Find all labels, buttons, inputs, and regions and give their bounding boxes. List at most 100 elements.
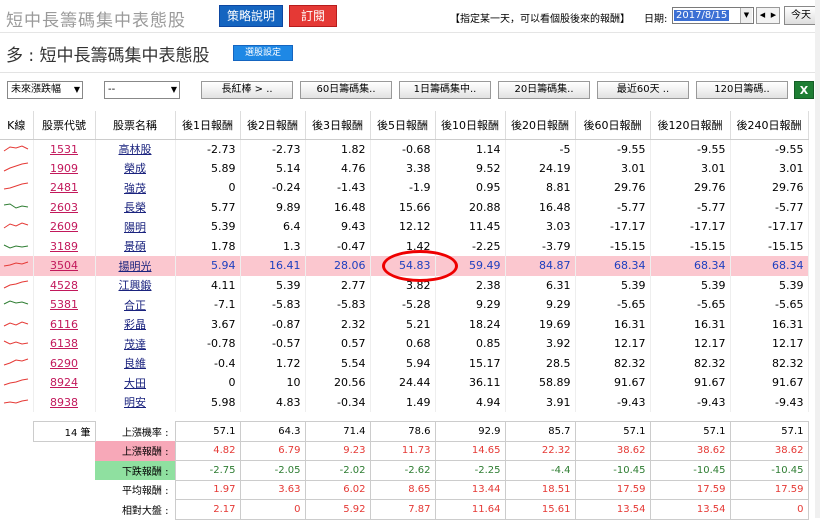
return-cell: 16.31 bbox=[650, 314, 731, 334]
stock-name-link[interactable]: 彩晶 bbox=[124, 318, 146, 331]
column-button[interactable]: 20日籌碼集.. bbox=[498, 81, 590, 99]
stock-name-link[interactable]: 合正 bbox=[124, 299, 146, 312]
stock-name-link[interactable]: 揚明光 bbox=[119, 260, 152, 273]
column-header[interactable]: 股票名稱 bbox=[95, 111, 176, 140]
stock-code-link[interactable]: 1531 bbox=[50, 143, 78, 156]
column-header[interactable]: 後1日報酬 bbox=[175, 111, 241, 140]
return-cell: 16.41 bbox=[240, 256, 306, 276]
kline-sparkline[interactable] bbox=[0, 158, 34, 178]
table-row[interactable]: 2609 陽明 5.39 6.4 9.43 12.12 11.45 3.03 -17.17 -17… bbox=[0, 217, 809, 237]
kline-sparkline[interactable] bbox=[0, 373, 34, 393]
table-row[interactable]: 8924 大田 0 10 20.56 24.44 36.11 58.89 91.67 91.67 9… bbox=[0, 373, 809, 393]
stock-name-link[interactable]: 江興鍛 bbox=[119, 279, 152, 292]
kline-sparkline[interactable] bbox=[0, 353, 34, 373]
stock-code-link[interactable]: 2609 bbox=[50, 220, 78, 233]
second-select[interactable]: -- ▼ bbox=[104, 81, 180, 99]
table-row[interactable]: 1909 榮成 5.89 5.14 4.76 3.38 9.52 24.19 3.01 3.01 3… bbox=[0, 158, 809, 178]
column-header[interactable]: 後240日報酬 bbox=[730, 111, 809, 140]
table-row[interactable]: 2603 長榮 5.77 9.89 16.48 15.66 20.88 16.48 -5.77-… bbox=[0, 197, 809, 217]
column-button[interactable]: 1日籌碼集中.. bbox=[399, 81, 491, 99]
table-row[interactable]: 2481 強茂 0 -0.24 -1.43 -1.9 0.95 8.81 29.76 29.76 2… bbox=[0, 178, 809, 198]
kline-sparkline[interactable] bbox=[0, 314, 34, 334]
column-header[interactable]: 後3日報酬 bbox=[305, 111, 371, 140]
stock-code-link[interactable]: 1909 bbox=[50, 162, 78, 175]
kline-sparkline[interactable] bbox=[0, 236, 34, 256]
stock-name-link[interactable]: 陽明 bbox=[124, 221, 146, 234]
table-row[interactable]: 6116 彩晶 3.67 -0.87 2.32 5.21 18.24 19.69 16.31 16… bbox=[0, 314, 809, 334]
stock-code-link[interactable]: 6116 bbox=[50, 318, 78, 331]
column-button[interactable]: 120日籌碼.. bbox=[696, 81, 788, 99]
scrollbar[interactable] bbox=[815, 0, 820, 518]
second-select-value: -- bbox=[108, 84, 116, 95]
sort-select[interactable]: 未來漲跌幅 ▼ bbox=[7, 81, 83, 99]
stock-code-link[interactable]: 2603 bbox=[50, 201, 78, 214]
return-cell: 3.38 bbox=[370, 158, 436, 178]
chevron-left-icon[interactable]: ◀ bbox=[757, 8, 768, 23]
chevron-right-icon[interactable]: ▶ bbox=[768, 8, 779, 23]
return-cell: 91.67 bbox=[650, 373, 731, 393]
stock-name-link[interactable]: 茂達 bbox=[124, 338, 146, 351]
kline-sparkline[interactable] bbox=[0, 392, 34, 412]
table-row[interactable]: 8938 明安 5.98 4.83 -0.34 1.49 4.94 3.91 -9.43 -9.4… bbox=[0, 392, 809, 412]
kline-sparkline[interactable] bbox=[0, 334, 34, 354]
excel-export-icon[interactable]: X bbox=[794, 81, 814, 99]
stock-code-link[interactable]: 3504 bbox=[50, 259, 78, 272]
kline-sparkline[interactable] bbox=[0, 217, 34, 237]
subscribe-button[interactable]: 訂閱 bbox=[289, 5, 337, 27]
column-header[interactable]: K線 bbox=[0, 111, 34, 140]
stock-code-link[interactable]: 4528 bbox=[50, 279, 78, 292]
strategy-button[interactable]: 策略說明 bbox=[219, 5, 283, 27]
column-header[interactable]: 後10日報酬 bbox=[435, 111, 506, 140]
return-cell: 9.52 bbox=[435, 158, 506, 178]
column-header[interactable]: 股票代號 bbox=[33, 111, 96, 140]
kline-sparkline[interactable] bbox=[0, 178, 34, 198]
stock-code-link[interactable]: 5381 bbox=[50, 298, 78, 311]
stock-name-link[interactable]: 景碩 bbox=[124, 240, 146, 253]
stock-name-link[interactable]: 強茂 bbox=[124, 182, 146, 195]
column-button[interactable]: 長紅棒 > .. bbox=[201, 81, 293, 99]
stock-name-link[interactable]: 良維 bbox=[124, 357, 146, 370]
stock-code-link[interactable]: 8924 bbox=[50, 376, 78, 389]
column-header[interactable]: 後5日報酬 bbox=[370, 111, 436, 140]
return-cell: 58.89 bbox=[505, 373, 576, 393]
table-row[interactable]: 6290 良維 -0.4 1.72 5.54 5.94 15.17 28.5 82.32 82.3… bbox=[0, 353, 809, 373]
stock-code-link[interactable]: 8938 bbox=[50, 396, 78, 409]
column-button[interactable]: 最近60天 .. bbox=[597, 81, 689, 99]
kline-sparkline[interactable] bbox=[0, 256, 34, 276]
stock-code-link[interactable]: 2481 bbox=[50, 181, 78, 194]
table-row[interactable]: 6138 茂達 -0.78 -0.57 0.57 0.68 0.85 3.92 12.17 12.… bbox=[0, 334, 809, 354]
return-cell: 29.76 bbox=[650, 178, 731, 198]
table-row[interactable]: 1531 高林股 -2.73 -2.73 1.82 -0.68 1.14 -5 -9.55 -9.… bbox=[0, 139, 809, 159]
kline-sparkline[interactable] bbox=[0, 295, 34, 315]
stock-name-link[interactable]: 大田 bbox=[124, 377, 146, 390]
summary-value: 57.1 bbox=[174, 421, 241, 442]
record-count: 14 筆 bbox=[32, 421, 96, 442]
stock-name-link[interactable]: 高林股 bbox=[119, 143, 152, 156]
stock-name-link[interactable]: 明安 bbox=[124, 396, 146, 409]
kline-sparkline[interactable] bbox=[0, 197, 34, 217]
stock-code-link[interactable]: 6138 bbox=[50, 337, 78, 350]
kline-sparkline[interactable] bbox=[0, 275, 34, 295]
kline-sparkline[interactable] bbox=[0, 139, 34, 159]
return-cell: 24.44 bbox=[370, 373, 436, 393]
column-header[interactable]: 後60日報酬 bbox=[575, 111, 651, 140]
stock-name-link[interactable]: 榮成 bbox=[124, 162, 146, 175]
table-header: K線 股票代號 股票名稱 後1日報酬 後2日報酬 後3日報酬 後5日報酬 後10日報酬 後20日… bbox=[0, 111, 809, 140]
column-header[interactable]: 後20日報酬 bbox=[505, 111, 576, 140]
column-button[interactable]: 60日籌碼集.. bbox=[300, 81, 392, 99]
return-cell: 12.17 bbox=[575, 334, 651, 354]
return-cell: 18.24 bbox=[435, 314, 506, 334]
stock-code-link[interactable]: 6290 bbox=[50, 357, 78, 370]
page-title: 多 : 短中長籌碼集中表態股 bbox=[6, 46, 210, 66]
return-cell: 9.29 bbox=[505, 295, 576, 315]
table-row[interactable]: 5381 合正 -7.1 -5.83 -5.83 -5.28 9.29 9.29 -5.65 -5… bbox=[0, 295, 809, 315]
date-stepper[interactable]: ◀ ▶ bbox=[756, 7, 780, 24]
stock-name-link[interactable]: 長榮 bbox=[124, 201, 146, 214]
select-settings-button[interactable]: 選股設定 bbox=[233, 45, 293, 61]
today-button[interactable]: 今天 bbox=[784, 6, 818, 25]
chevron-down-icon[interactable]: ▼ bbox=[740, 8, 752, 23]
column-header[interactable]: 後120日報酬 bbox=[650, 111, 731, 140]
column-header[interactable]: 後2日報酬 bbox=[240, 111, 306, 140]
stock-code-link[interactable]: 3189 bbox=[50, 240, 78, 253]
return-cell: 9.29 bbox=[435, 295, 506, 315]
